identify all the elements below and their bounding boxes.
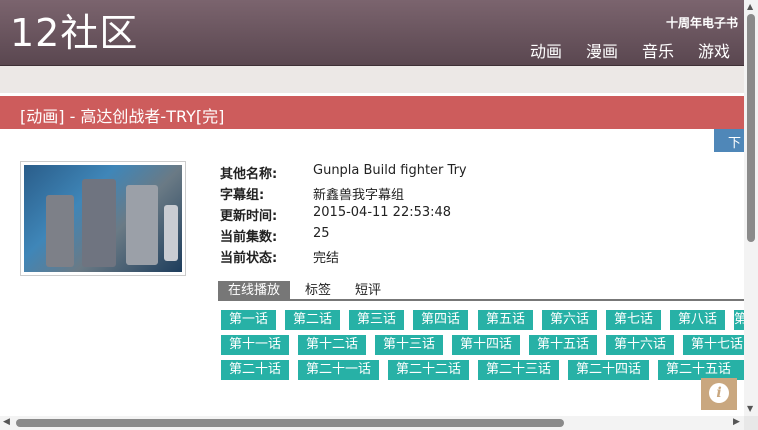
- info-label: 字幕组:: [220, 188, 265, 203]
- episode-button[interactable]: 第十二话: [298, 335, 367, 355]
- scroll-right-icon[interactable]: ▶: [733, 417, 740, 427]
- vertical-scrollbar[interactable]: ▲ ▼: [744, 0, 758, 416]
- download-button[interactable]: 下: [714, 129, 744, 152]
- nav-games[interactable]: 游戏: [698, 38, 730, 62]
- page-title-bar: [动画] - 高达创战者-TRY[完]: [0, 96, 744, 129]
- episode-button[interactable]: 第十七话: [683, 335, 744, 355]
- scrollbar-corner: [744, 416, 758, 430]
- content-tabs: 在线播放 标签 短评: [218, 281, 744, 301]
- episode-button[interactable]: 第五话: [478, 310, 534, 330]
- episode-button[interactable]: 第二话: [285, 310, 341, 330]
- scroll-left-icon[interactable]: ◀: [3, 417, 10, 427]
- episode-button[interactable]: 第二十三话: [478, 360, 560, 380]
- nav-anime[interactable]: 动画: [530, 38, 562, 62]
- tab-reviews[interactable]: 短评: [345, 281, 391, 301]
- episode-button[interactable]: 第二十话: [221, 360, 290, 380]
- info-label: 其他名称:: [220, 167, 278, 182]
- info-value: Gunpla Build fighter Try: [313, 163, 467, 178]
- info-row-subgroup: 字幕组: 新鑫兽我字幕组: [220, 184, 467, 205]
- nav-music[interactable]: 音乐: [642, 38, 674, 62]
- info-label: 当前状态:: [220, 251, 278, 266]
- info-button[interactable]: i: [701, 378, 737, 410]
- episode-button[interactable]: 第三话: [349, 310, 405, 330]
- episode-button[interactable]: 第八话: [670, 310, 726, 330]
- info-row-episodes: 当前集数: 25: [220, 226, 467, 247]
- episode-button[interactable]: 第十六话: [606, 335, 675, 355]
- horizontal-scroll-thumb[interactable]: [16, 419, 564, 427]
- info-value: 25: [313, 226, 330, 241]
- episode-button[interactable]: 第十三话: [375, 335, 444, 355]
- info-row-updated: 更新时间: 2015-04-11 22:53:48: [220, 205, 467, 226]
- site-logo[interactable]: 12社区: [10, 14, 138, 52]
- info-icon: i: [709, 383, 729, 403]
- info-label: 当前集数:: [220, 230, 278, 245]
- episode-button[interactable]: 第十五话: [529, 335, 598, 355]
- vertical-scroll-thumb[interactable]: [747, 14, 755, 242]
- nav-manga[interactable]: 漫画: [586, 38, 618, 62]
- cover-image: [20, 161, 186, 276]
- anime-info: 其他名称: Gunpla Build fighter Try 字幕组: 新鑫兽我…: [220, 163, 467, 268]
- scroll-down-icon[interactable]: ▼: [747, 404, 753, 413]
- tagline-link[interactable]: 十周年电子书: [666, 14, 738, 31]
- episode-button[interactable]: 第一话: [221, 310, 277, 330]
- episode-button[interactable]: 第六话: [542, 310, 598, 330]
- episode-button[interactable]: 第二十二话: [388, 360, 470, 380]
- info-value: 完结: [313, 251, 340, 266]
- horizontal-scrollbar[interactable]: ◀ ▶: [0, 416, 744, 430]
- info-label: 更新时间:: [220, 209, 278, 224]
- main-nav: 动画 漫画 音乐 游戏: [530, 38, 730, 62]
- tab-online-play[interactable]: 在线播放: [218, 281, 291, 301]
- info-value: 2015-04-11 22:53:48: [313, 205, 452, 220]
- info-row-status: 当前状态: 完结: [220, 247, 467, 268]
- episode-button[interactable]: 第十一话: [221, 335, 290, 355]
- info-value: 新鑫兽我字幕组: [313, 188, 405, 203]
- episode-button[interactable]: 第二十一话: [298, 360, 380, 380]
- page-title: [动画] - 高达创战者-TRY[完]: [20, 107, 225, 126]
- cover-art: [24, 165, 182, 272]
- episode-button[interactable]: 第二十五话: [658, 360, 744, 380]
- info-row-alias: 其他名称: Gunpla Build fighter Try: [220, 163, 467, 184]
- episode-button[interactable]: 第二十四话: [568, 360, 650, 380]
- episode-button[interactable]: 第四话: [413, 310, 469, 330]
- sub-header-band: [0, 66, 744, 93]
- episode-button[interactable]: 第十四话: [452, 335, 521, 355]
- tab-tags[interactable]: 标签: [295, 281, 341, 301]
- site-header: 12社区 十周年电子书 动画 漫画 音乐 游戏: [0, 0, 744, 66]
- episode-button[interactable]: 第七话: [606, 310, 662, 330]
- episode-button[interactable]: 第九话: [734, 310, 744, 330]
- scroll-up-icon[interactable]: ▲: [747, 2, 753, 11]
